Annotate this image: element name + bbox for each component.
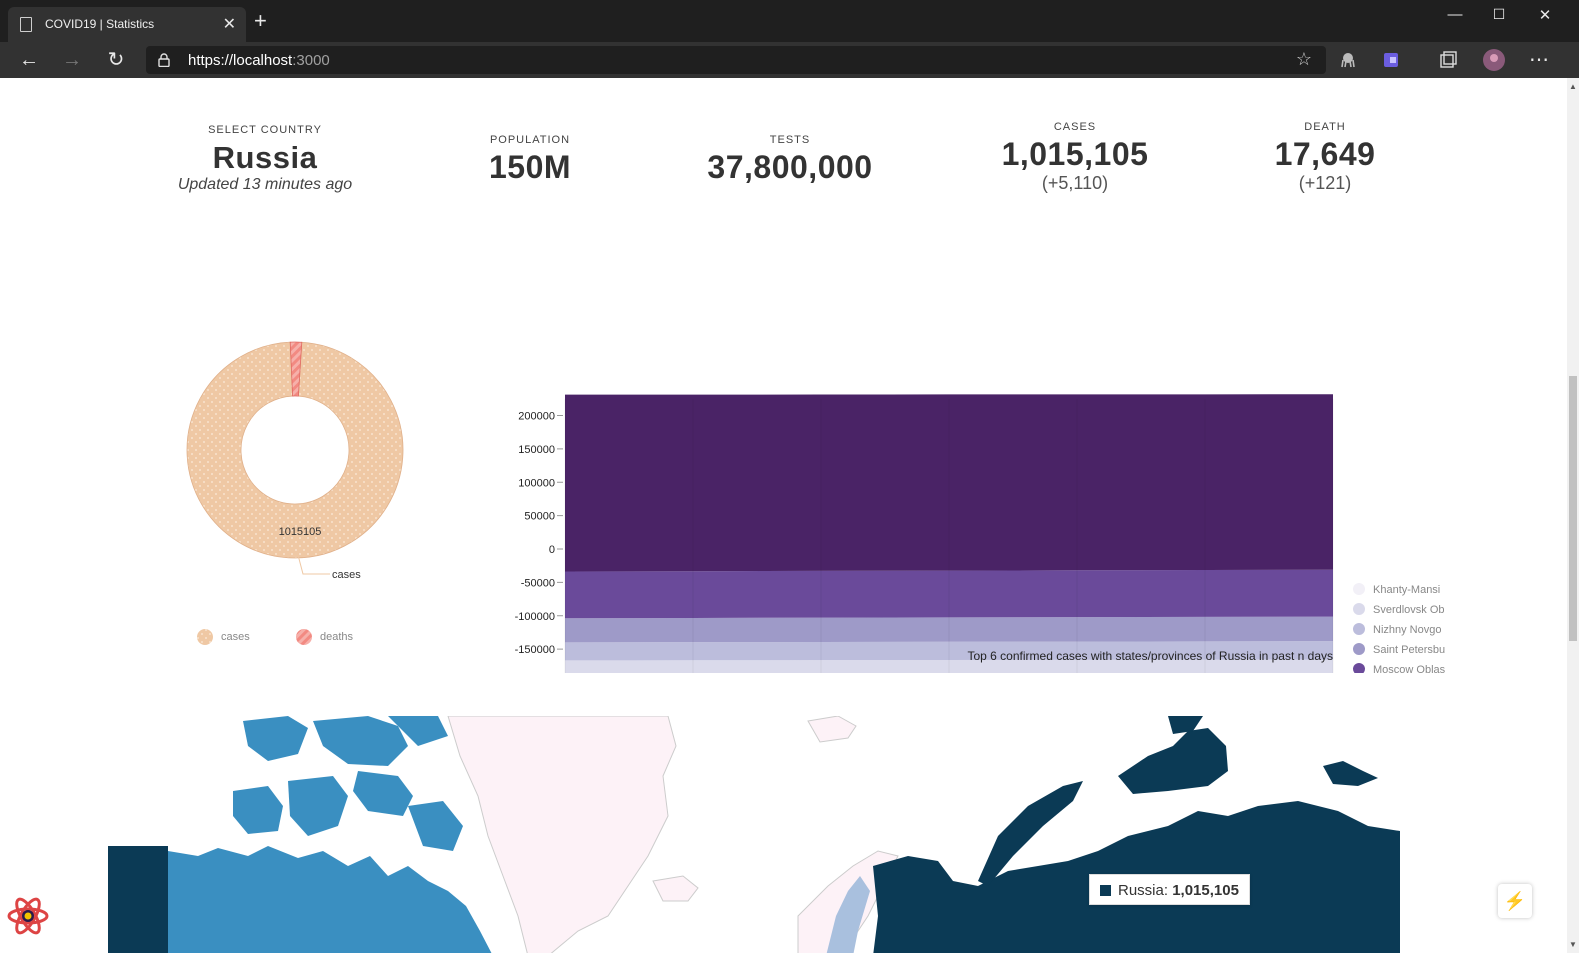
legend-label[interactable]: Sverdlovsk Ob [1373, 604, 1445, 616]
legend-swatch [1353, 583, 1365, 595]
collections-icon[interactable] [1438, 50, 1458, 70]
population-stat: POPULATION 150M [450, 134, 610, 186]
cases-value: 1,015,105 [1001, 136, 1149, 172]
page-content: SELECT COUNTRY Russia Updated 13 minutes… [0, 78, 1567, 953]
url-text: https://localhost:3000 [188, 52, 330, 69]
chart-caption: Top 6 confirmed cases with states/provin… [967, 649, 1333, 663]
cases-label: CASES [1053, 121, 1097, 133]
window-close-icon[interactable]: ✕ [1530, 6, 1560, 26]
map-island[interactable] [233, 786, 283, 834]
browser-toolbar: ← → ↻ https://localhost:3000 ☆ ⋯ [0, 42, 1579, 78]
death-delta: (+121) [1298, 173, 1352, 193]
lightning-icon: ⚡ [1503, 891, 1527, 911]
map-island[interactable] [408, 801, 463, 851]
population-label: POPULATION [489, 134, 571, 146]
map-alaska[interactable] [108, 846, 168, 953]
map-severnaya-zemlya[interactable] [1118, 728, 1228, 794]
updated-text: Updated 13 minutes ago [177, 176, 353, 193]
map-tooltip: Russia: 1,015,105 [1089, 874, 1250, 905]
browser-titlebar: COVID19 | Statistics ✕ + — ☐ ✕ [0, 0, 1579, 42]
profile-avatar[interactable] [1482, 48, 1506, 72]
map-svalbard[interactable] [807, 716, 857, 743]
donut-chart: cases 1015105 [186, 341, 404, 581]
legend-swatch [1353, 623, 1365, 635]
legend-cases-swatch [197, 629, 213, 645]
y-tick-label: 0 [549, 544, 555, 556]
cases-stat: CASES 1,015,105 (+5,110) [990, 121, 1160, 194]
death-stat: DEATH 17,649 (+121) [1250, 121, 1400, 194]
scroll-thumb[interactable] [1569, 376, 1577, 641]
legend-swatch [1353, 663, 1365, 673]
legend-deaths-swatch [296, 629, 312, 645]
y-tick-label: 150000 [518, 444, 555, 456]
favorite-star-icon[interactable]: ☆ [1296, 49, 1312, 70]
legend-label[interactable]: Saint Petersbu [1373, 644, 1445, 656]
browser-tab[interactable]: COVID19 | Statistics ✕ [8, 7, 246, 42]
extension-purple-icon[interactable] [1381, 50, 1401, 70]
address-bar[interactable]: https://localhost:3000 ☆ [146, 46, 1326, 74]
slice-data-label: 1015105 [279, 526, 322, 538]
cases-delta: (+5,110) [1041, 173, 1109, 193]
maximize-icon[interactable]: ☐ [1484, 6, 1514, 26]
map-iceland[interactable] [652, 875, 699, 902]
legend-swatch [1353, 643, 1365, 655]
y-tick-label: 100000 [518, 477, 555, 489]
legend-label[interactable]: Khanty-Mansi [1373, 584, 1440, 596]
tests-value: 37,800,000 [707, 149, 873, 185]
death-label: DEATH [1304, 121, 1346, 133]
death-value: 17,649 [1274, 136, 1376, 172]
tests-stat: TESTS 37,800,000 [690, 134, 890, 186]
close-tab-icon[interactable]: ✕ [223, 14, 236, 34]
page-icon [20, 17, 32, 32]
map-canada[interactable] [168, 846, 493, 953]
refresh-icon[interactable]: ↻ [103, 47, 129, 73]
map-island[interactable] [1323, 761, 1378, 786]
y-tick-label: -150000 [515, 644, 555, 656]
scroll-down-icon[interactable]: ▼ [1569, 940, 1577, 949]
callout-label: cases [332, 569, 361, 581]
country-select[interactable]: Russia [160, 140, 370, 176]
more-menu-icon[interactable]: ⋯ [1526, 47, 1552, 73]
map-island[interactable] [353, 771, 413, 816]
legend-label[interactable]: Moscow Oblas [1373, 664, 1446, 673]
scroll-up-icon[interactable]: ▲ [1569, 82, 1577, 91]
y-tick-label: -100000 [515, 611, 555, 623]
lightning-button[interactable]: ⚡ [1498, 884, 1532, 918]
legend-deaths-label[interactable]: deaths [320, 631, 353, 643]
map-island[interactable] [243, 716, 308, 761]
y-tick-label: 50000 [524, 511, 555, 523]
tooltip-text: Russia: 1,015,105 [1118, 882, 1239, 899]
minimize-icon[interactable]: — [1440, 6, 1470, 26]
new-tab-icon[interactable]: + [254, 10, 267, 32]
page-scrollbar[interactable]: ▲ ▼ [1567, 78, 1579, 953]
y-tick-label: -50000 [521, 577, 555, 589]
map-island[interactable] [288, 776, 348, 836]
country-label: SELECT COUNTRY [208, 124, 322, 136]
tab-title: COVID19 | Statistics [45, 17, 155, 31]
legend-swatch [1353, 603, 1365, 615]
tests-label: TESTS [769, 134, 811, 146]
donut-legend: cases deaths [196, 628, 396, 648]
area-chart: 200000 150000 100000 50000 0 -50000 -100000 -15… [515, 394, 1446, 673]
extension-octopus-icon[interactable] [1338, 50, 1358, 70]
map-greenland[interactable] [447, 716, 677, 953]
legend-label[interactable]: Nizhny Novgo [1373, 624, 1441, 636]
legend-cases-label[interactable]: cases [221, 631, 250, 643]
population-value: 150M [488, 149, 572, 185]
forward-icon[interactable]: → [59, 47, 85, 73]
lock-icon [158, 53, 170, 67]
world-map[interactable] [108, 716, 1400, 953]
back-icon[interactable]: ← [16, 47, 42, 73]
react-icon[interactable] [6, 894, 50, 938]
y-tick-label: 200000 [518, 411, 555, 423]
tooltip-swatch [1100, 885, 1111, 896]
country-stat: SELECT COUNTRY Russia Updated 13 minutes… [160, 124, 370, 194]
map-island[interactable] [313, 716, 408, 766]
